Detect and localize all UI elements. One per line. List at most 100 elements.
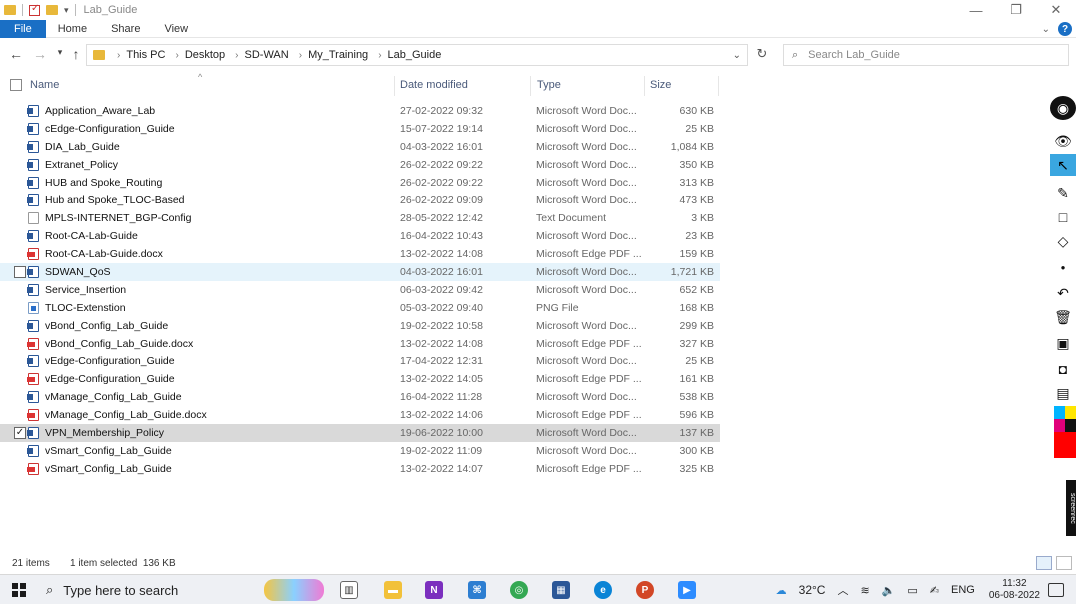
breadcrumb-desktop[interactable]: Desktop: [185, 49, 225, 61]
file-row[interactable]: Service_Insertion 06-03-2022 09:42 Microso…: [0, 281, 720, 299]
color-swatch-black[interactable]: [1065, 419, 1076, 432]
up-button[interactable]: ↑: [66, 46, 86, 62]
onenote-icon[interactable]: N: [425, 581, 443, 599]
file-row[interactable]: Application_Aware_Lab 27-02-2022 09:32 Mic…: [0, 102, 720, 120]
file-row[interactable]: cEdge-Configuration_Guide 15-07-2022 19:1…: [0, 120, 720, 138]
camera-icon[interactable]: ◘: [1050, 358, 1076, 380]
powerpoint-icon[interactable]: P: [636, 581, 654, 599]
taskbar-search-input[interactable]: ⌕ Type here to search: [46, 579, 326, 601]
column-size[interactable]: Size: [650, 79, 671, 91]
file-row[interactable]: vManage_Config_Lab_Guide 16-04-2022 11:28…: [0, 388, 720, 406]
breadcrumb-my-training[interactable]: My_Training: [308, 49, 368, 61]
file-row[interactable]: vEdge-Configuration_Guide 13-02-2022 14:0…: [0, 370, 720, 388]
color-swatch-cyan[interactable]: [1054, 406, 1065, 419]
close-button[interactable]: ✕: [1036, 0, 1076, 20]
file-name[interactable]: Application_Aware_Lab: [45, 105, 155, 117]
search-input[interactable]: ⌕ Search Lab_Guide: [783, 44, 1069, 66]
row-checkbox[interactable]: ✓: [14, 427, 26, 440]
maximize-button[interactable]: ❐: [996, 0, 1036, 20]
column-type[interactable]: Type: [537, 79, 561, 91]
breadcrumb-lab-guide[interactable]: Lab_Guide: [388, 49, 442, 61]
file-row[interactable]: Hub and Spoke_TLOC-Based 26-02-2022 09:09…: [0, 191, 720, 209]
file-row[interactable]: vEdge-Configuration_Guide 17-04-2022 12:3…: [0, 352, 720, 370]
chevron-up-icon[interactable]: ︿: [837, 582, 848, 598]
eye-icon[interactable]: 👁: [1050, 130, 1076, 152]
weather-temperature[interactable]: 32°C: [799, 583, 826, 597]
windows-start-icon[interactable]: [12, 583, 26, 597]
file-name[interactable]: TLOC-Extenstion: [45, 302, 126, 314]
trash-icon[interactable]: 🗑: [1050, 306, 1076, 328]
tab-file[interactable]: File: [0, 19, 46, 38]
file-name[interactable]: vBond_Config_Lab_Guide: [45, 320, 168, 332]
file-name[interactable]: Extranet_Policy: [45, 159, 118, 171]
chevron-down-icon[interactable]: ⌄: [733, 50, 741, 61]
column-name[interactable]: Name: [30, 79, 59, 91]
row-checkbox[interactable]: [14, 266, 26, 279]
minimize-button[interactable]: —: [956, 0, 996, 20]
file-row[interactable]: ✓ VPN_Membership_Policy 19-06-2022 10:00 Mi…: [0, 424, 720, 442]
help-icon[interactable]: ?: [1058, 22, 1072, 36]
pointer-icon[interactable]: ↖: [1050, 154, 1076, 176]
back-button[interactable]: ←: [6, 46, 26, 62]
whiteboard-icon[interactable]: ▣: [1050, 332, 1076, 354]
battery-icon[interactable]: ▭: [907, 584, 917, 597]
column-divider[interactable]: [530, 76, 531, 96]
file-name[interactable]: HUB and Spoke_Routing: [45, 177, 162, 189]
breadcrumb-sd-wan[interactable]: SD-WAN: [245, 49, 289, 61]
file-name[interactable]: MPLS-INTERNET_BGP-Config: [45, 212, 191, 224]
file-row[interactable]: DIA_Lab_Guide 04-03-2022 16:01 Microsoft W…: [0, 138, 720, 156]
dot-icon[interactable]: ●: [1050, 256, 1076, 278]
file-name[interactable]: vSmart_Config_Lab_Guide: [45, 463, 172, 475]
lightbulb-icon[interactable]: ◉: [1050, 96, 1076, 120]
task-view-icon[interactable]: ▥: [340, 581, 358, 599]
column-divider[interactable]: [644, 76, 645, 96]
file-row[interactable]: HUB and Spoke_Routing 26-02-2022 09:22 Mic…: [0, 174, 720, 192]
file-row[interactable]: Root-CA-Lab-Guide 16-04-2022 10:43 Microso…: [0, 227, 720, 245]
new-folder-icon[interactable]: [46, 5, 58, 15]
file-name[interactable]: SDWAN_QoS: [45, 266, 111, 278]
rectangle-icon[interactable]: □: [1050, 206, 1076, 228]
file-row[interactable]: Extranet_Policy 26-02-2022 09:22 Microsoft…: [0, 156, 720, 174]
tab-view[interactable]: View: [152, 20, 200, 38]
column-date-modified[interactable]: Date modified: [400, 79, 468, 91]
marker-icon[interactable]: ✎: [1050, 182, 1076, 204]
file-name[interactable]: Service_Insertion: [45, 284, 126, 296]
tab-share[interactable]: Share: [99, 20, 152, 38]
file-name[interactable]: cEdge-Configuration_Guide: [45, 123, 175, 135]
file-row[interactable]: vBond_Config_Lab_Guide.docx 13-02-2022 14…: [0, 335, 720, 353]
select-all-checkbox[interactable]: [10, 79, 22, 91]
language-indicator[interactable]: ENG: [951, 584, 975, 596]
file-row[interactable]: vSmart_Config_Lab_Guide 13-02-2022 14:07 M…: [0, 460, 720, 478]
details-view-button[interactable]: [1036, 556, 1052, 570]
address-bar[interactable]: › This PC › Desktop › SD-WAN › My_Traini…: [86, 44, 748, 66]
column-divider[interactable]: [394, 76, 395, 96]
file-name[interactable]: vEdge-Configuration_Guide: [45, 373, 175, 385]
refresh-button[interactable]: ↻: [752, 46, 772, 64]
file-name[interactable]: vManage_Config_Lab_Guide.docx: [45, 409, 207, 421]
file-row[interactable]: vManage_Config_Lab_Guide.docx 13-02-2022 …: [0, 406, 720, 424]
tab-home[interactable]: Home: [46, 20, 99, 38]
color-swatch-red[interactable]: [1054, 432, 1076, 458]
properties-icon[interactable]: [29, 3, 40, 16]
file-name[interactable]: vEdge-Configuration_Guide: [45, 355, 175, 367]
file-row[interactable]: TLOC-Extenstion 05-03-2022 09:40 PNG File 1…: [0, 299, 720, 317]
eraser-icon[interactable]: ◇: [1050, 230, 1076, 252]
column-divider[interactable]: [718, 76, 719, 96]
customize-toolbar-icon[interactable]: ▾: [64, 5, 69, 16]
file-row[interactable]: Root-CA-Lab-Guide.docx 13-02-2022 14:08 Mi…: [0, 245, 720, 263]
wifi-icon[interactable]: ≋: [860, 584, 869, 597]
expand-ribbon-icon[interactable]: ⌄: [1042, 24, 1050, 35]
breadcrumb-this-pc[interactable]: This PC: [126, 49, 165, 61]
clipboard-icon[interactable]: ▤: [1050, 382, 1076, 404]
file-name[interactable]: VPN_Membership_Policy: [45, 427, 164, 439]
zoom-icon[interactable]: ▶: [678, 581, 696, 599]
color-swatch-magenta[interactable]: [1054, 419, 1065, 432]
undo-icon[interactable]: ↶: [1050, 282, 1076, 304]
file-name[interactable]: DIA_Lab_Guide: [45, 141, 120, 153]
file-name[interactable]: vBond_Config_Lab_Guide.docx: [45, 338, 193, 350]
file-name[interactable]: vManage_Config_Lab_Guide: [45, 391, 182, 403]
pen-icon[interactable]: ✍: [930, 584, 939, 597]
file-name[interactable]: Hub and Spoke_TLOC-Based: [45, 194, 185, 206]
color-swatch-yellow[interactable]: [1065, 406, 1076, 419]
file-name[interactable]: Root-CA-Lab-Guide: [45, 230, 138, 242]
